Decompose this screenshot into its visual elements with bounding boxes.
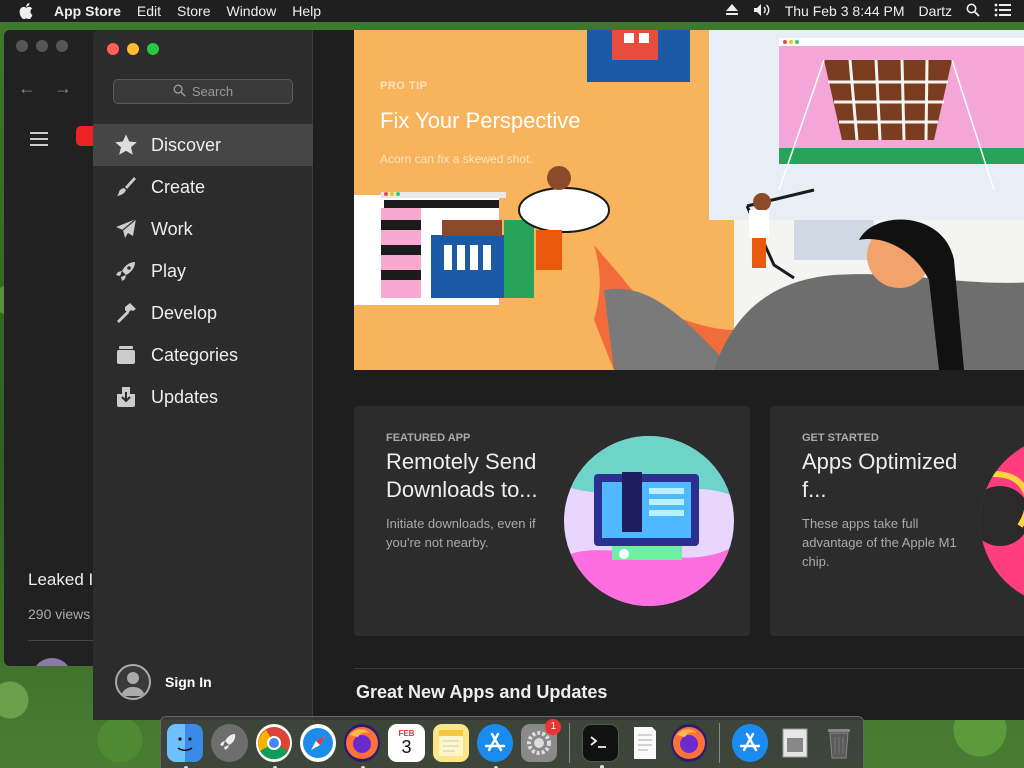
video-title[interactable]: Leaked I bbox=[28, 570, 93, 590]
featured-app-card[interactable]: FEATURED APP Remotely Send Downloads to.… bbox=[354, 406, 750, 636]
hero-banner[interactable]: PRO TIP Fix Your Perspective Acorn can f… bbox=[354, 30, 1024, 370]
user-avatar-icon bbox=[115, 664, 151, 700]
calendar-icon[interactable]: FEB 3 bbox=[388, 723, 425, 762]
bg-window-controls bbox=[16, 40, 68, 52]
search-icon bbox=[173, 84, 186, 100]
trash-icon[interactable] bbox=[821, 724, 857, 762]
star-icon bbox=[113, 132, 139, 158]
brush-icon bbox=[113, 174, 139, 200]
card-title: Remotely Send Downloads to... bbox=[386, 449, 538, 502]
sidebar-item-develop[interactable]: Develop bbox=[93, 292, 313, 334]
card-description: These apps take full advantage of the Ap… bbox=[802, 516, 957, 569]
featured-app-artwork bbox=[564, 436, 734, 606]
sidebar-item-categories[interactable]: Categories bbox=[93, 334, 313, 376]
dock: FEB 3 1 bbox=[160, 716, 864, 768]
back-arrow-icon[interactable]: ← bbox=[18, 78, 36, 99]
preview-icon[interactable] bbox=[776, 724, 812, 762]
user-menu[interactable]: Dartz bbox=[919, 3, 952, 19]
menu-edit[interactable]: Edit bbox=[129, 3, 169, 19]
menu-app-name[interactable]: App Store bbox=[52, 3, 129, 19]
sidebar-item-work[interactable]: Work bbox=[93, 208, 313, 250]
clock[interactable]: Thu Feb 3 8:44 PM bbox=[785, 3, 905, 19]
app-store-icon[interactable] bbox=[476, 723, 514, 768]
download-icon bbox=[113, 384, 139, 410]
hero-illustration bbox=[354, 30, 1024, 370]
calendar-day: 3 bbox=[401, 737, 412, 757]
sign-in-button[interactable]: Sign In bbox=[115, 664, 212, 700]
sidebar-nav: Discover Create Work Play Develop Catego… bbox=[93, 124, 313, 418]
sidebar-item-label: Updates bbox=[151, 386, 219, 407]
zoom-button[interactable] bbox=[147, 43, 159, 55]
menu-window[interactable]: Window bbox=[218, 3, 284, 19]
textedit-icon[interactable] bbox=[627, 724, 663, 762]
m1-apps-artwork bbox=[980, 436, 1024, 606]
menu-bar: App Store Edit Store Window Help Thu Feb… bbox=[0, 0, 1024, 22]
notes-icon[interactable] bbox=[432, 723, 469, 762]
firefox-icon[interactable] bbox=[670, 723, 708, 762]
card-description: Initiate downloads, even if you're not n… bbox=[386, 516, 536, 550]
launchpad-icon[interactable] bbox=[211, 723, 248, 762]
sidebar-item-updates[interactable]: Updates bbox=[93, 376, 313, 418]
control-center-icon[interactable] bbox=[994, 3, 1012, 20]
eject-icon[interactable] bbox=[725, 3, 739, 19]
app-store-window: Search Discover Create Work Play Develop bbox=[93, 30, 1024, 720]
volume-icon[interactable] bbox=[753, 3, 771, 20]
apple-menu-icon[interactable] bbox=[0, 3, 52, 19]
dock-separator bbox=[719, 722, 721, 763]
terminal-icon[interactable] bbox=[582, 723, 619, 768]
app-store-icon[interactable] bbox=[732, 723, 769, 762]
spotlight-icon[interactable] bbox=[966, 3, 980, 20]
hero-eyebrow: PRO TIP bbox=[380, 80, 428, 92]
hero-subtitle: Acorn can fix a skewed shot. bbox=[380, 152, 533, 166]
sidebar-item-discover[interactable]: Discover bbox=[93, 124, 313, 166]
notification-badge: 1 bbox=[545, 718, 562, 735]
sidebar-item-label: Play bbox=[151, 260, 187, 281]
sidebar-item-play[interactable]: Play bbox=[93, 250, 313, 292]
card-eyebrow: FEATURED APP bbox=[386, 432, 471, 444]
window-controls bbox=[107, 43, 159, 55]
close-button[interactable] bbox=[107, 43, 119, 55]
search-input[interactable]: Search bbox=[113, 79, 293, 104]
sidebar-item-label: Work bbox=[151, 218, 193, 239]
sidebar-item-label: Develop bbox=[151, 302, 218, 323]
hero-title: Fix Your Perspective bbox=[380, 108, 581, 133]
chrome-icon[interactable] bbox=[255, 723, 292, 768]
channel-avatar[interactable] bbox=[32, 658, 72, 666]
sidebar-item-create[interactable]: Create bbox=[93, 166, 313, 208]
sign-in-label: Sign In bbox=[165, 674, 212, 690]
section-title[interactable]: Great New Apps and Updates bbox=[356, 682, 607, 703]
minimize-button[interactable] bbox=[127, 43, 139, 55]
sidebar-item-label: Discover bbox=[151, 134, 222, 155]
sidebar: Search Discover Create Work Play Develop bbox=[93, 30, 313, 720]
finder-icon[interactable] bbox=[167, 723, 204, 768]
hammer-icon bbox=[113, 300, 139, 326]
system-preferences-icon[interactable]: 1 bbox=[521, 718, 562, 762]
video-views: 290 views bbox=[28, 606, 91, 622]
search-placeholder: Search bbox=[191, 84, 234, 99]
menu-help[interactable]: Help bbox=[284, 3, 329, 19]
card-eyebrow: GET STARTED bbox=[802, 432, 879, 444]
sidebar-item-label: Categories bbox=[151, 344, 239, 365]
section-divider bbox=[354, 668, 1024, 669]
rocket-icon bbox=[113, 258, 139, 284]
main-content: PRO TIP Fix Your Perspective Acorn can f… bbox=[314, 30, 1024, 720]
menu-store[interactable]: Store bbox=[169, 3, 218, 19]
hamburger-menu-icon[interactable] bbox=[30, 128, 48, 150]
dock-separator bbox=[569, 722, 571, 763]
forward-arrow-icon[interactable]: → bbox=[54, 78, 72, 99]
safari-icon[interactable] bbox=[299, 723, 337, 762]
stack-icon bbox=[113, 342, 139, 368]
sidebar-item-label: Create bbox=[151, 176, 206, 197]
firefox-icon[interactable] bbox=[344, 723, 381, 768]
card-title: Apps Optimized f... bbox=[802, 449, 958, 502]
get-started-card[interactable]: GET STARTED Apps Optimized f... These ap… bbox=[770, 406, 1024, 636]
paper-plane-icon bbox=[113, 216, 139, 242]
